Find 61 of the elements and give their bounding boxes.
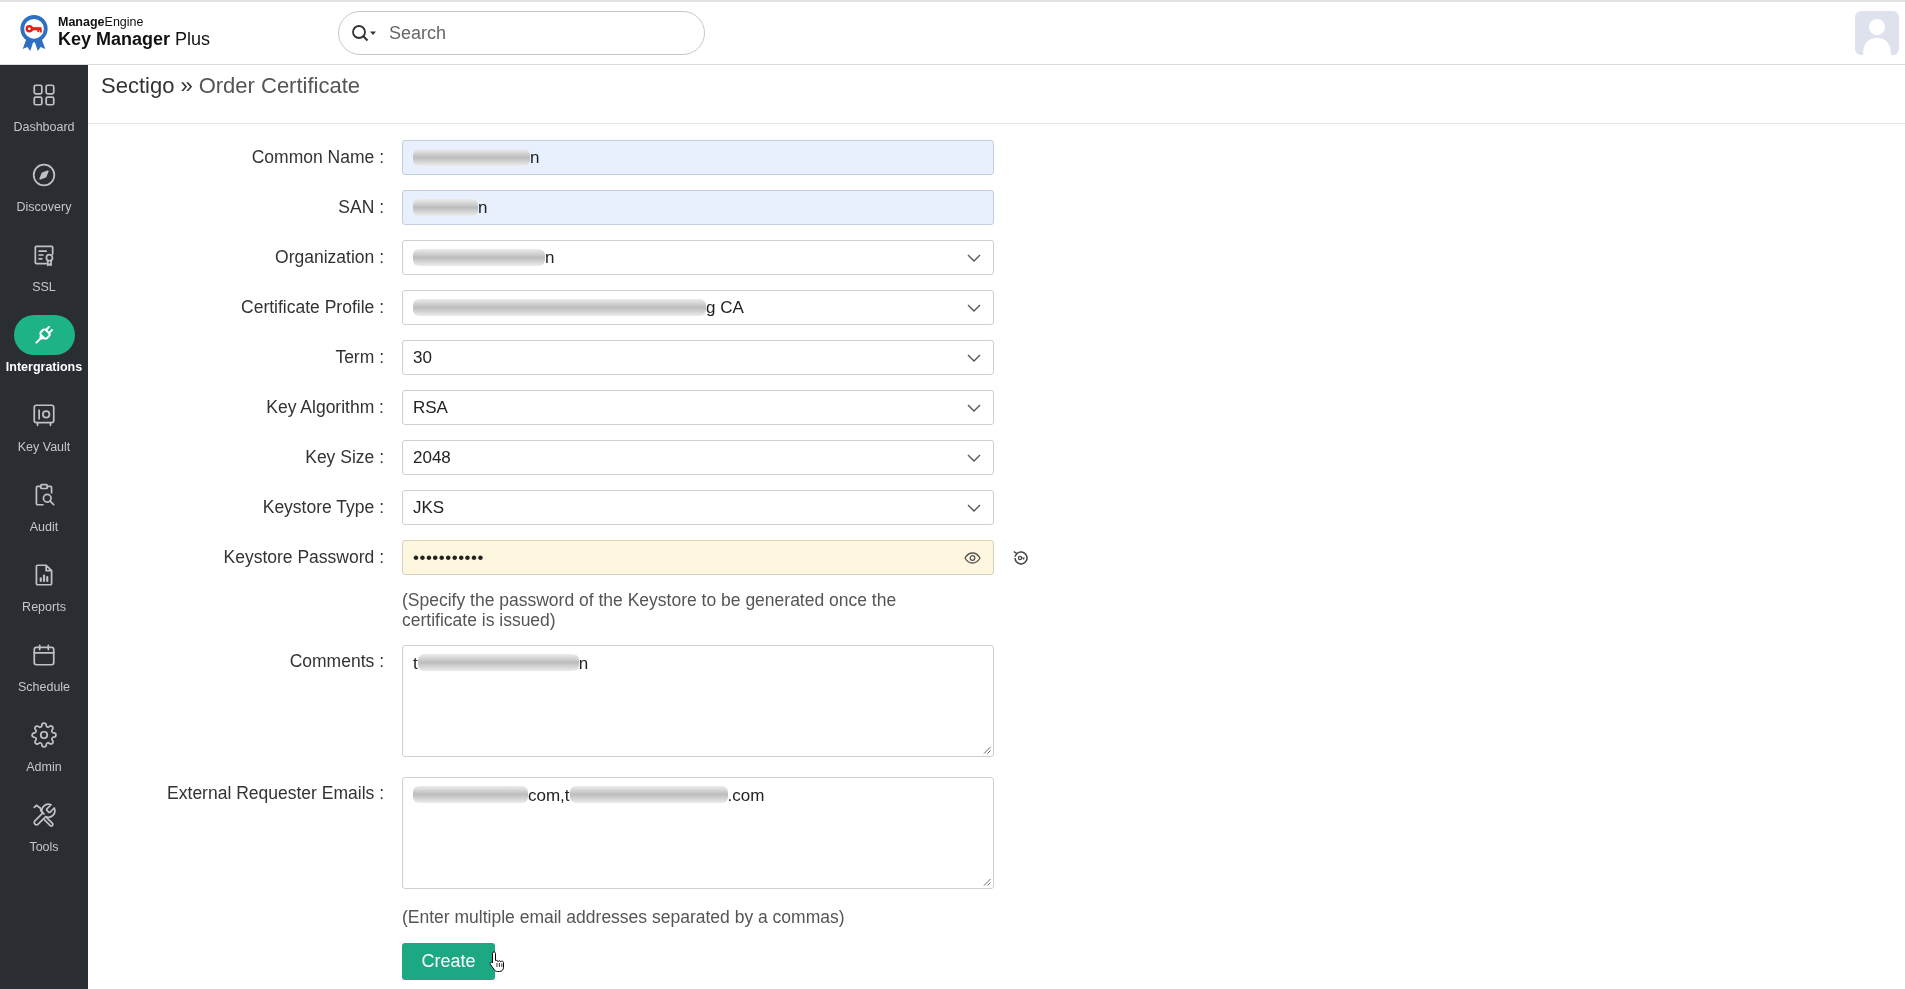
certificate-icon xyxy=(31,242,57,268)
plug-icon xyxy=(13,315,75,355)
sidebar-item[interactable]: SSL xyxy=(0,225,88,305)
dropdown[interactable]: RSA xyxy=(402,390,994,425)
chevron-down-icon xyxy=(967,253,981,262)
sidebar-item[interactable]: Schedule xyxy=(0,625,88,705)
hand-cursor-icon xyxy=(489,951,505,973)
field-label: Key Algorithm : xyxy=(266,397,384,418)
dropdown[interactable]: JKS xyxy=(402,490,994,525)
chevron-down-icon xyxy=(967,403,981,412)
field-label: Common Name : xyxy=(251,147,384,168)
safe-icon xyxy=(31,402,57,428)
field-label: Organization : xyxy=(275,247,384,268)
field-label: Keystore Password : xyxy=(223,547,384,568)
calendar-icon xyxy=(31,642,57,668)
text-field[interactable]: n xyxy=(402,190,994,225)
settings-icon xyxy=(31,722,57,748)
sidebar-item[interactable]: Discovery xyxy=(0,145,88,225)
resize-grip-icon[interactable] xyxy=(983,878,991,886)
field-label: Keystore Type : xyxy=(262,497,384,518)
dropdown[interactable]: 30 xyxy=(402,340,994,375)
product-name: Key Manager Plus xyxy=(58,29,211,50)
dropdown[interactable]: n xyxy=(402,240,994,275)
tools-icon xyxy=(31,802,57,828)
sidebar-item[interactable]: Dashboard xyxy=(0,65,88,145)
sidebar-item[interactable]: Key Vault xyxy=(0,385,88,465)
chevron-down-icon xyxy=(967,503,981,512)
chevron-down-icon xyxy=(967,353,981,362)
field-label: Key Size : xyxy=(305,447,384,468)
field-label: Term : xyxy=(335,347,384,368)
compass-icon xyxy=(31,162,57,188)
sidebar-item[interactable]: Reports xyxy=(0,545,88,625)
breadcrumb-link[interactable]: Sectigo xyxy=(101,73,175,99)
search-icon[interactable] xyxy=(351,24,377,42)
chevron-down-icon xyxy=(967,303,981,312)
text-area[interactable]: com,t .com xyxy=(402,777,994,889)
sidebar-item[interactable]: Admin xyxy=(0,705,88,785)
eye-icon[interactable] xyxy=(964,551,981,564)
refresh-icon[interactable] xyxy=(1012,548,1030,567)
sidebar-item[interactable]: Tools xyxy=(0,785,88,865)
field-label: External Requester Emails : xyxy=(167,782,384,804)
field-label: Comments : xyxy=(289,650,384,672)
logo-icon[interactable] xyxy=(18,14,50,52)
dropdown[interactable]: 2048 xyxy=(402,440,994,475)
brand-name: ManageEngine xyxy=(58,16,145,29)
field-label: Certificate Profile : xyxy=(241,297,384,318)
text-field[interactable]: n xyxy=(402,140,994,175)
sidebar-item[interactable]: Audit xyxy=(0,465,88,545)
field-label: SAN : xyxy=(338,197,384,218)
hint-text: (Enter multiple email addresses separated by a commas) xyxy=(402,907,845,927)
blurred-text xyxy=(413,199,478,216)
resize-grip-icon[interactable] xyxy=(983,746,991,754)
page-title: Order Certificate xyxy=(198,73,361,99)
sidebar-item[interactable]: Intergrations xyxy=(0,305,88,385)
password-field[interactable]: ••••••••••• xyxy=(402,540,994,575)
dropdown[interactable]: g CA xyxy=(402,290,994,325)
hint-text: (Specify the password of the Keystore to be generated once the certificate is issued) xyxy=(402,590,898,630)
text-area[interactable]: t n xyxy=(402,645,994,757)
chevron-down-icon xyxy=(967,453,981,462)
grid-icon xyxy=(31,82,57,108)
breadcrumb-separator: » xyxy=(180,73,193,99)
